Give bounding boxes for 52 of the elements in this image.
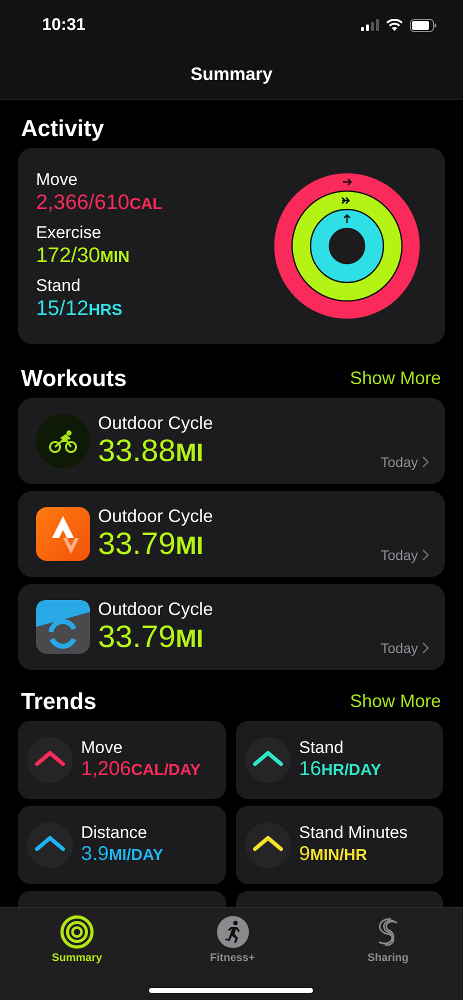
workout-date: Today bbox=[380, 640, 418, 656]
metric-label: Stand bbox=[36, 276, 82, 296]
metric-label: Exercise bbox=[36, 222, 102, 242]
metric-label: Move bbox=[36, 170, 79, 190]
signal-icon bbox=[361, 19, 379, 31]
metric-value: 2,366/610CAL bbox=[36, 190, 162, 216]
trend-label: Distance bbox=[81, 823, 148, 843]
metric-value: 15/12HRS bbox=[36, 296, 124, 322]
tab[interactable]: Summary bbox=[34, 915, 120, 964]
chevrons-app-icon bbox=[36, 507, 90, 561]
rings-icon bbox=[60, 915, 94, 949]
workout-date: Today bbox=[380, 454, 418, 470]
trend-value: 1,206CAL/DAY bbox=[81, 758, 201, 782]
workout-date: Today bbox=[380, 547, 418, 563]
workout-title: Outdoor Cycle bbox=[98, 505, 214, 527]
trend-label: Stand bbox=[299, 738, 344, 758]
chevron-icon bbox=[422, 549, 429, 561]
chevron-icon bbox=[422, 642, 429, 654]
trend-card[interactable]: Distance 3.9MI/DAY bbox=[18, 806, 226, 884]
show-more-link[interactable]: Show More bbox=[350, 368, 441, 388]
runner-icon bbox=[216, 915, 250, 949]
battery-icon bbox=[410, 18, 437, 32]
trend-label: Move bbox=[81, 738, 124, 758]
trend-value: 3.9MI/DAY bbox=[81, 843, 164, 867]
workout-title: Outdoor Cycle bbox=[98, 598, 214, 620]
trend-value: 16HR/DAY bbox=[299, 758, 382, 782]
workout-title: Outdoor Cycle bbox=[98, 412, 214, 434]
workout-card[interactable]: Outdoor Cycle 33.88MI Today bbox=[18, 398, 445, 484]
workout-distance: 33.79MI bbox=[98, 527, 204, 563]
workout-distance: 33.88MI bbox=[98, 434, 204, 470]
activity-card[interactable]: Move 2,366/610CAL Exercise 172/30MIN Stand 15/12HRS bbox=[18, 148, 445, 344]
trend-label: Stand Minutes bbox=[299, 823, 408, 843]
workout-distance: 33.79MI bbox=[98, 620, 204, 656]
wifi-icon bbox=[386, 19, 403, 31]
tab[interactable]: Sharing bbox=[345, 915, 431, 964]
trend-card[interactable]: Move 1,206CAL/DAY bbox=[18, 721, 226, 799]
section-title: Trends bbox=[21, 688, 96, 714]
trend-card[interactable]: Stand 16HR/DAY bbox=[236, 721, 443, 799]
cyclist-icon bbox=[36, 414, 90, 468]
chevron-icon bbox=[422, 456, 429, 468]
tab[interactable]: Fitness+ bbox=[190, 915, 276, 964]
section-title: Activity bbox=[21, 114, 104, 142]
show-more-link[interactable]: Show More bbox=[350, 690, 441, 712]
metric-value: 172/30MIN bbox=[36, 242, 131, 268]
status-time: 10:31 bbox=[42, 15, 86, 35]
arc-app-icon bbox=[36, 600, 90, 654]
workout-card[interactable]: Outdoor Cycle 33.79MI Today bbox=[18, 491, 445, 577]
section-title: Workouts bbox=[21, 364, 127, 392]
workout-card[interactable]: Outdoor Cycle 33.79MI Today bbox=[18, 584, 445, 670]
trend-value: 9MIN/HR bbox=[299, 843, 368, 867]
trend-card[interactable]: Stand Minutes 9MIN/HR bbox=[236, 806, 443, 884]
screen-title: Summary bbox=[190, 64, 273, 85]
